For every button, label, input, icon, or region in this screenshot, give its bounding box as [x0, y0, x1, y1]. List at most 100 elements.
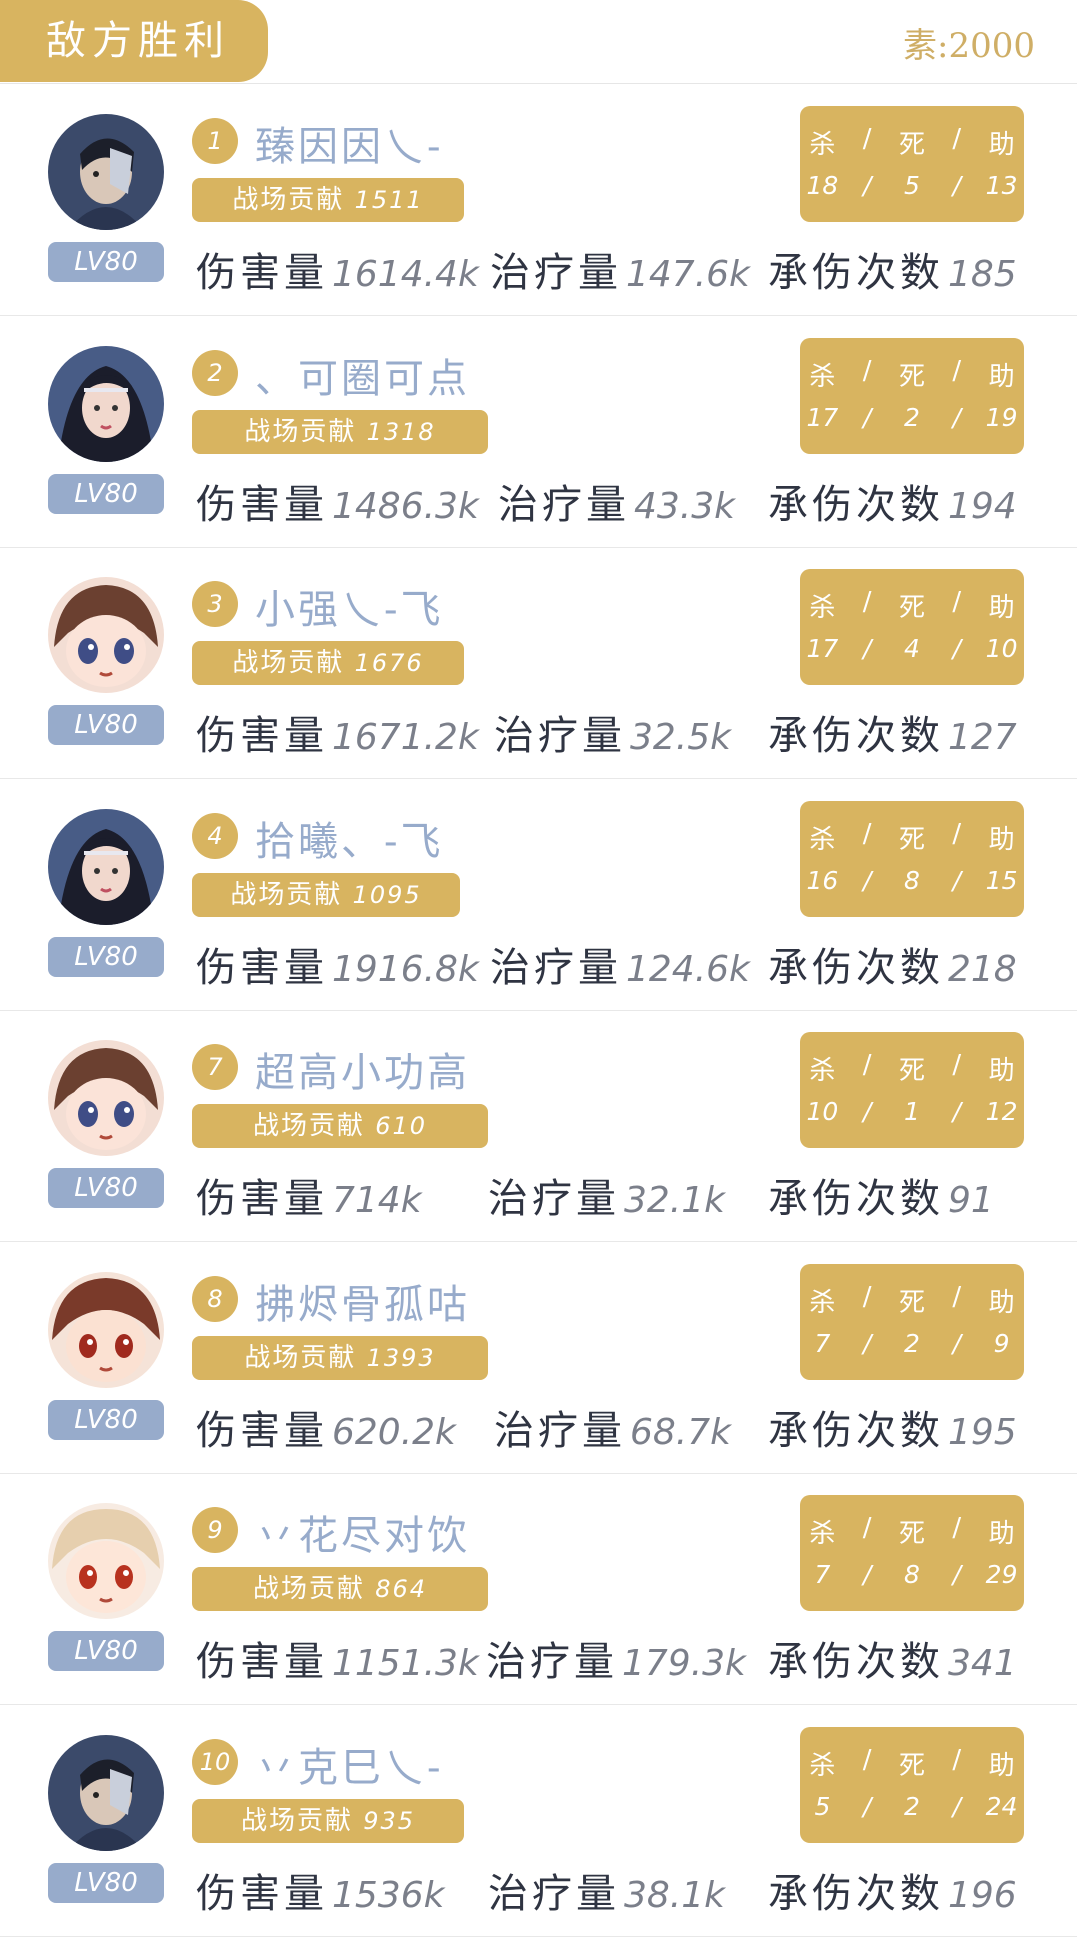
assist-label: 助 [988, 361, 1015, 392]
result-tab[interactable]: 敌方胜利 [0, 0, 268, 82]
kda-box: 杀 / 死 / 助 5 / 2 / 24 [800, 1726, 1024, 1843]
player-name[interactable]: 超高小功高 [255, 1040, 470, 1098]
avatar[interactable] [48, 114, 164, 230]
kill-value: 10 [806, 1097, 839, 1126]
damage-label: 伤害量 [196, 1407, 328, 1454]
heal-value: 43.3k [634, 485, 736, 527]
kda-box: 杀 / 死 / 助 7 / 2 / 9 [800, 1263, 1024, 1380]
contribution-badge: 战场贡献 1511 [192, 178, 464, 222]
kill-value: 7 [814, 1328, 831, 1358]
damage-label: 伤害量 [196, 1639, 328, 1685]
avatar[interactable] [48, 1271, 164, 1388]
hits-value: 127 [948, 717, 1017, 758]
player-row[interactable]: LV80 3 小强乀-飞 战场贡献 1676 杀 / 死 / 助 17 / 4 … [0, 547, 1077, 779]
player-row[interactable]: LV80 7 超高小功高 战场贡献 610 杀 / 死 / 助 10 / 1 /… [0, 1010, 1077, 1242]
separator: / [862, 1281, 872, 1312]
stats-line: 伤害量 714k 治疗量 32.1k 承伤次数 91 [0, 1174, 1077, 1224]
hits-label: 承伤次数 [768, 713, 944, 759]
separator: / [862, 865, 872, 895]
separator: / [952, 1281, 962, 1312]
separator: / [952, 1791, 961, 1821]
player-name[interactable]: 拾曦、-飞 [255, 809, 444, 867]
heal-stat: 治疗量 147.6k [490, 248, 750, 300]
player-name[interactable]: 、可圈可点 [255, 346, 470, 404]
hits-label: 承伤次数 [768, 250, 944, 296]
avatar[interactable] [48, 1734, 164, 1851]
contribution-value: 935 [363, 1806, 416, 1835]
heal-value: 32.1k [624, 1180, 726, 1221]
rank-badge: 10 [192, 1738, 238, 1785]
contribution-label: 战场贡献 [232, 185, 345, 215]
hits-value: 195 [948, 1411, 1017, 1453]
contribution-value: 1318 [366, 417, 436, 446]
heal-stat: 治疗量 32.1k [488, 1174, 725, 1226]
avatar[interactable] [48, 345, 164, 462]
separator: / [862, 171, 872, 200]
heal-stat: 治疗量 68.7k [494, 1406, 731, 1458]
player-name[interactable]: 小强乀-飞 [255, 577, 444, 635]
separator: / [862, 124, 872, 154]
kill-label: 杀 [809, 1287, 836, 1318]
assist-label: 助 [988, 824, 1015, 855]
death-value: 5 [904, 171, 920, 200]
player-name[interactable]: 臻因因乀- [255, 114, 444, 172]
contribution-badge: 战场贡献 935 [192, 1798, 464, 1843]
heal-label: 治疗量 [494, 713, 626, 759]
death-value: 1 [904, 1097, 920, 1126]
damage-label: 伤害量 [196, 713, 328, 759]
separator: / [862, 587, 872, 617]
separator: / [952, 355, 962, 386]
heal-value: 179.3k [622, 1643, 746, 1684]
damage-value: 1486.3k [332, 485, 479, 527]
contribution-label: 战场贡献 [240, 1805, 353, 1836]
player-row[interactable]: LV80 9 丷花尽对饮 战场贡献 864 杀 / 死 / 助 7 / 8 / … [0, 1473, 1077, 1705]
hits-label: 承伤次数 [768, 944, 944, 991]
rank-badge: 3 [192, 581, 238, 627]
avatar[interactable] [48, 1503, 164, 1619]
contribution-label: 战场贡献 [230, 879, 343, 910]
heal-label: 治疗量 [488, 1176, 620, 1222]
kda-box: 杀 / 死 / 助 18 / 5 / 13 [800, 106, 1024, 222]
avatar[interactable] [48, 1040, 164, 1156]
death-label: 死 [898, 1056, 925, 1086]
hits-label: 承伤次数 [768, 1870, 944, 1917]
player-name[interactable]: 丷克巳乀- [255, 1735, 444, 1793]
assist-label: 助 [988, 130, 1015, 160]
separator: / [862, 1560, 872, 1589]
kill-label: 杀 [809, 593, 836, 623]
separator: / [952, 1513, 962, 1543]
death-label: 死 [898, 824, 925, 855]
player-row[interactable]: LV80 1 臻因因乀- 战场贡献 1511 杀 / 死 / 助 18 / 5 … [0, 84, 1077, 316]
damage-label: 伤害量 [196, 250, 328, 296]
damage-stat: 伤害量 620.2k [196, 1406, 456, 1458]
contribution-badge: 战场贡献 864 [192, 1567, 488, 1611]
damage-label: 伤害量 [196, 944, 328, 991]
avatar[interactable] [48, 577, 164, 693]
damage-value: 714k [332, 1180, 422, 1221]
avatar[interactable] [48, 808, 164, 925]
stats-line: 伤害量 1151.3k 治疗量 179.3k 承伤次数 341 [0, 1637, 1077, 1687]
separator: / [862, 1050, 872, 1080]
hits-label: 承伤次数 [768, 1407, 944, 1454]
stats-line: 伤害量 1536k 治疗量 38.1k 承伤次数 196 [0, 1869, 1077, 1919]
separator: / [862, 1513, 872, 1543]
death-label: 死 [898, 593, 925, 623]
stats-line: 伤害量 1614.4k 治疗量 147.6k 承伤次数 185 [0, 248, 1077, 298]
player-row[interactable]: LV80 2 、可圈可点 战场贡献 1318 杀 / 死 / 助 17 / 2 … [0, 316, 1077, 548]
player-name[interactable]: 丷花尽对饮 [255, 1503, 470, 1561]
contribution-value: 1393 [366, 1343, 436, 1372]
player-name[interactable]: 拂烬骨孤咕 [255, 1272, 470, 1330]
player-row[interactable]: LV80 4 拾曦、-飞 战场贡献 1095 杀 / 死 / 助 16 / 8 … [0, 779, 1077, 1011]
separator: / [952, 1328, 961, 1358]
player-row[interactable]: LV80 10 丷克巳乀- 战场贡献 935 杀 / 死 / 助 5 / 2 /… [0, 1705, 1077, 1937]
player-row[interactable]: LV80 8 拂烬骨孤咕 战场贡献 1393 杀 / 死 / 助 7 / 2 /… [0, 1242, 1077, 1474]
separator: / [952, 402, 961, 432]
heal-stat: 治疗量 124.6k [490, 943, 750, 995]
hits-value: 196 [948, 1874, 1017, 1916]
contribution-badge: 战场贡献 1318 [192, 409, 488, 454]
damage-value: 1916.8k [332, 948, 479, 990]
contribution-value: 1676 [354, 649, 424, 677]
assist-label: 助 [988, 1056, 1015, 1086]
contribution-value: 864 [375, 1575, 428, 1603]
death-value: 8 [904, 865, 920, 895]
